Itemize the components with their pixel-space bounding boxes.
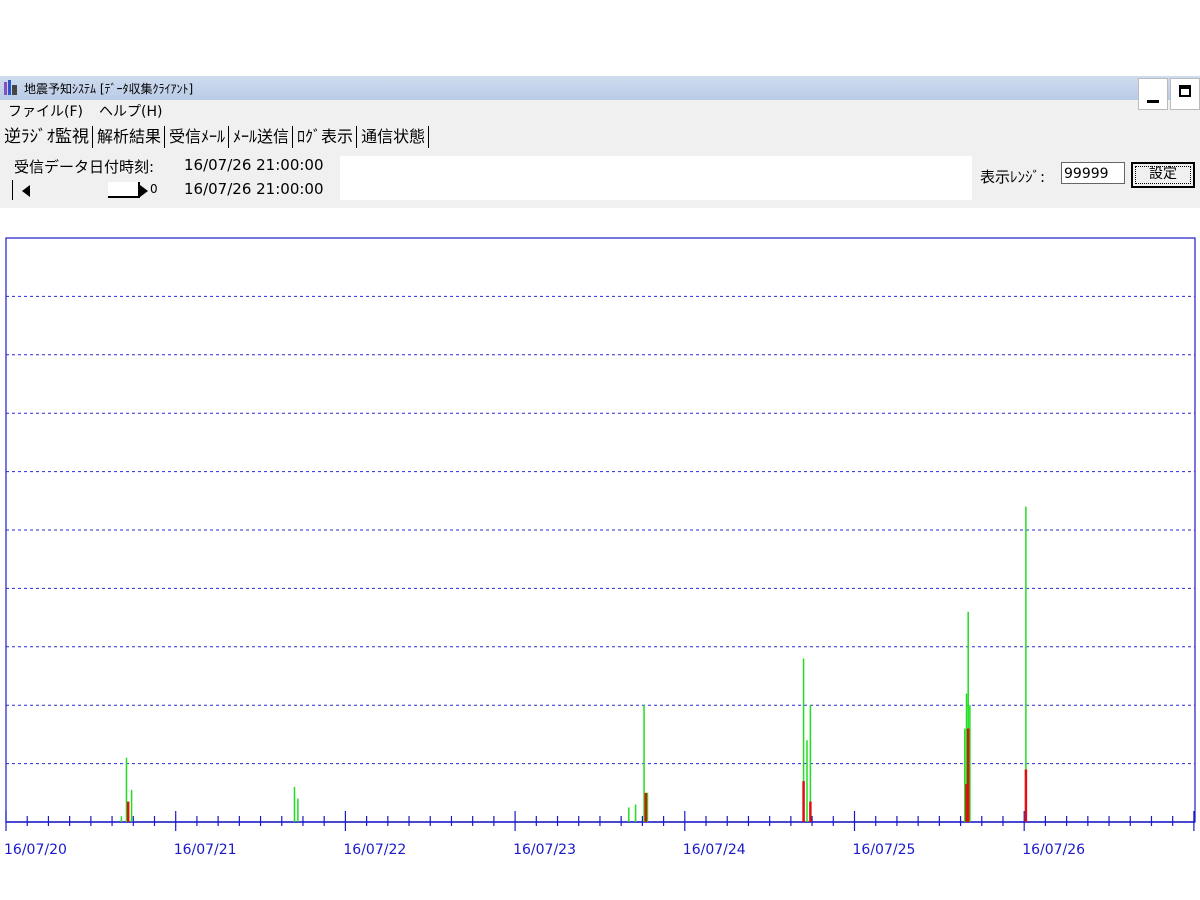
time-slider[interactable] (12, 180, 148, 200)
slider-value: 0 (150, 182, 158, 196)
x-tick-label: 16/07/20 (4, 842, 67, 858)
set-button[interactable]: 設定 (1131, 162, 1195, 188)
x-tick-label: 16/07/23 (513, 842, 576, 858)
set-button-focus (1135, 166, 1191, 184)
menu-file[interactable]: ファイル(F) (8, 101, 83, 121)
x-tick-label: 16/07/25 (853, 842, 916, 858)
tab-comm-status[interactable]: 通信状態 (357, 126, 430, 148)
tab-received-mail[interactable]: 受信ﾒｰﾙ (165, 126, 230, 148)
chart-svg: 16/07/20 16/07/21 16/07/22 16/07/23 16/07/24… (4, 237, 1196, 858)
slider-thumb[interactable] (108, 182, 140, 198)
recv-datetime-value: 16/07/26 21:00:00 (184, 156, 324, 174)
x-tick-label: 16/07/24 (683, 842, 746, 858)
menu-bar: ファイル(F) ヘルプ(H) (0, 100, 1200, 122)
tab-send-mail[interactable]: ﾒｰﾙ送信 (229, 126, 294, 148)
menu-help[interactable]: ヘルプ(H) (99, 101, 162, 121)
x-tick-label: 16/07/26 (1022, 842, 1085, 858)
tab-analysis-results[interactable]: 解析結果 (93, 126, 166, 148)
window-title: 地震予知ｼｽﾃﾑ [ﾃﾞｰﾀ収集ｸﾗｲｱﾝﾄ] (24, 81, 194, 96)
range-label: 表示ﾚﾝｼﾞ: (980, 168, 1046, 186)
x-tick-label: 16/07/22 (343, 842, 406, 858)
x-tick-label: 16/07/21 (174, 842, 237, 858)
app-window: 地震予知ｼｽﾃﾑ [ﾃﾞｰﾀ収集ｸﾗｲｱﾝﾄ] ファイル(F) ヘルプ(H) 逆… (0, 76, 1200, 900)
slider-left-arrow-icon[interactable] (22, 185, 30, 197)
title-bar[interactable]: 地震予知ｼｽﾃﾑ [ﾃﾞｰﾀ収集ｸﾗｲｱﾝﾄ] (0, 76, 1200, 110)
slider-datetime-value: 16/07/26 21:00:00 (184, 180, 324, 198)
chart-area: 16/07/20 16/07/21 16/07/22 16/07/23 16/07/24… (0, 208, 1200, 900)
tab-reverse-radio-monitor[interactable]: 逆ﾗｼﾞｵ監視 (0, 126, 93, 148)
range-input[interactable]: 99999 (1061, 162, 1125, 184)
tab-log-view[interactable]: ﾛｸﾞ表示 (293, 126, 358, 148)
tab-strip: 逆ﾗｼﾞｵ監視 解析結果 受信ﾒｰﾙ ﾒｰﾙ送信 ﾛｸﾞ表示 通信状態 (0, 124, 430, 150)
app-icon (4, 80, 18, 96)
info-bar: 受信データ日付時刻: 16/07/26 21:00:00 0 16/07/26 … (0, 154, 1200, 204)
slider-right-arrow-icon[interactable] (140, 185, 148, 197)
recv-datetime-label: 受信データ日付時刻: (14, 158, 155, 176)
message-panel (340, 156, 972, 200)
restore-icon (1179, 85, 1191, 97)
